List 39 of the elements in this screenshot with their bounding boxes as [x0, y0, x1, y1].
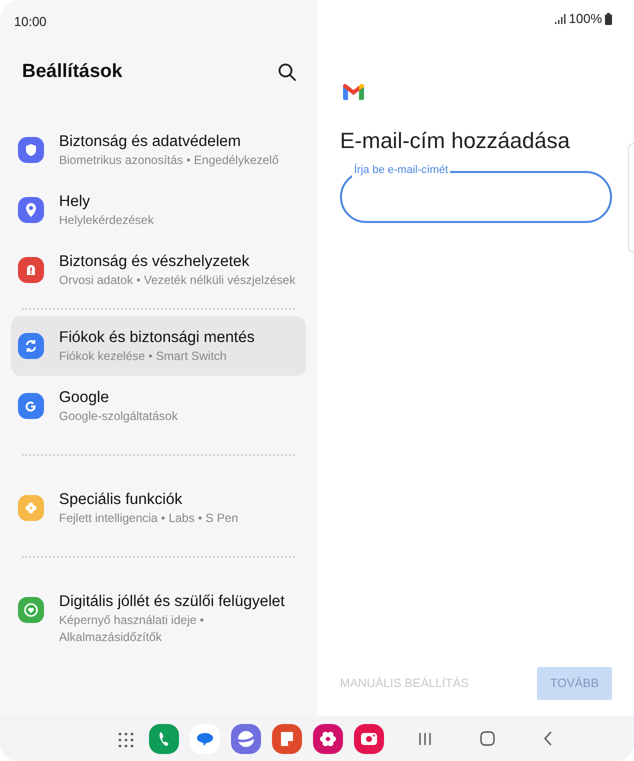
- back-icon[interactable]: [543, 731, 553, 746]
- settings-item[interactable]: Fiókok és biztonsági mentés Fiókok kezelése • Smart Switch: [11, 316, 306, 376]
- messages-app-icon[interactable]: [190, 724, 220, 754]
- item-subtitle: Biometrikus azonosítás • Engedélykezelő: [59, 152, 279, 169]
- item-title: Speciális funkciók: [59, 490, 184, 510]
- gmail-logo-icon: [343, 84, 364, 100]
- recents-icon[interactable]: [418, 732, 432, 746]
- settings-item[interactable]: Biztonság és vészhelyzetek Orvosi adatok • Vezeték nélküli vészjelzések: [11, 240, 306, 300]
- battery-icon: [605, 13, 612, 25]
- settings-item[interactable]: Speciális funkciók Fejlett intelligencia • Labs • S Pen: [11, 478, 306, 538]
- settings-item[interactable]: Digitális jóllét és szülői felügyelet Képernyő használati ideje • Alkalmazásidőzítők: [11, 580, 306, 657]
- item-title: Fiókok és biztonsági mentés: [59, 328, 255, 348]
- battery-percent: 100%: [568, 10, 602, 28]
- item-title: Google: [59, 388, 110, 408]
- item-title: Hely: [59, 192, 92, 212]
- flower-app-icon[interactable]: [313, 724, 343, 754]
- item-subtitle: Orvosi adatok • Vezeték nélküli vészjelzések: [59, 272, 296, 289]
- phone-app-icon[interactable]: [149, 724, 179, 754]
- item-subtitle: Fiókok kezelése • Smart Switch: [59, 348, 228, 365]
- item-subtitle: Helylekérdezések: [59, 212, 154, 229]
- item-title: Biztonság és vészhelyzetek: [59, 252, 250, 272]
- settings-item[interactable]: Hely Helylekérdezések: [11, 180, 306, 240]
- settings-title: Beállítások: [22, 60, 122, 84]
- settings-item[interactable]: Google Google-szolgáltatások: [11, 376, 306, 436]
- camera-app-icon[interactable]: [354, 724, 384, 754]
- item-title: Biztonság és adatvédelem: [59, 132, 242, 152]
- status-time: 10:00: [14, 14, 47, 29]
- signal-icon: [554, 14, 566, 24]
- search-icon[interactable]: [277, 62, 297, 82]
- item-subtitle: Google-szolgáltatások: [59, 408, 178, 425]
- home-icon[interactable]: [480, 731, 495, 746]
- browser-app-icon[interactable]: [231, 724, 261, 754]
- item-subtitle: Fejlett intelligencia • Labs • S Pen: [59, 510, 238, 527]
- settings-item[interactable]: Biztonság és adatvédelem Biometrikus azonosítás • Engedélykezelő: [11, 120, 306, 180]
- field-label: Írja be e-mail-címét: [352, 163, 450, 177]
- notes-app-icon[interactable]: [272, 724, 302, 754]
- item-title: Digitális jóllét és szülői felügyelet: [59, 592, 286, 612]
- page-heading: E-mail-cím hozzáadása: [340, 128, 570, 153]
- item-subtitle: Képernyő használati ideje • Alkalmazásidőzítők: [59, 612, 205, 646]
